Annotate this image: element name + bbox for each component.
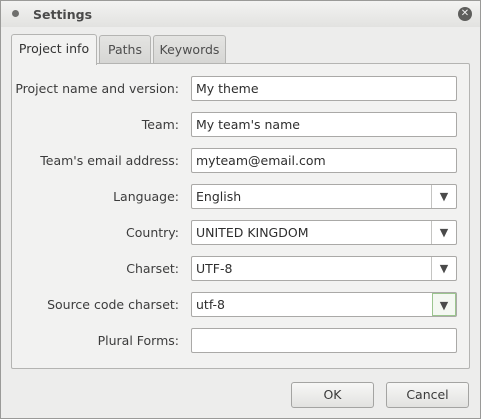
team-input[interactable]: My team's name — [191, 112, 457, 137]
source-charset-label: Source code charset: — [47, 297, 179, 312]
team-email-input[interactable]: myteam@email.com — [191, 148, 457, 173]
country-value: UNITED KINGDOM — [196, 225, 309, 240]
window-title: Settings — [33, 7, 93, 22]
project-name-label: Project name and version: — [15, 81, 179, 96]
plural-forms-label: Plural Forms: — [97, 333, 179, 348]
dropdown-arrow-icon[interactable]: ▼ — [431, 221, 456, 244]
tab-paths[interactable]: Paths — [99, 35, 151, 63]
team-label: Team: — [141, 117, 179, 132]
title-bar: Settings ✕ — [1, 1, 480, 27]
country-label: Country: — [126, 225, 179, 240]
window-menu-icon[interactable] — [12, 10, 19, 17]
project-info-panel — [11, 63, 470, 369]
language-select[interactable]: English ▼ — [191, 184, 457, 209]
cancel-button[interactable]: Cancel — [386, 382, 469, 408]
language-label: Language: — [113, 189, 179, 204]
plural-forms-input[interactable] — [191, 328, 457, 353]
ok-button[interactable]: OK — [291, 382, 374, 408]
country-select[interactable]: UNITED KINGDOM ▼ — [191, 220, 457, 245]
tab-project-info[interactable]: Project info — [11, 34, 97, 65]
tab-keywords[interactable]: Keywords — [153, 35, 226, 63]
charset-select[interactable]: UTF-8 ▼ — [191, 256, 457, 281]
source-charset-select[interactable]: utf-8 ▼ — [191, 292, 457, 317]
project-name-input[interactable]: My theme — [191, 76, 457, 101]
team-email-label: Team's email address: — [40, 153, 179, 168]
charset-value: UTF-8 — [196, 261, 233, 276]
dropdown-arrow-icon[interactable]: ▼ — [432, 293, 456, 316]
dropdown-arrow-icon[interactable]: ▼ — [431, 257, 456, 280]
language-value: English — [196, 189, 242, 204]
dropdown-arrow-icon[interactable]: ▼ — [431, 185, 456, 208]
source-charset-value: utf-8 — [196, 297, 226, 312]
charset-label: Charset: — [126, 261, 179, 276]
close-icon[interactable]: ✕ — [458, 7, 472, 21]
